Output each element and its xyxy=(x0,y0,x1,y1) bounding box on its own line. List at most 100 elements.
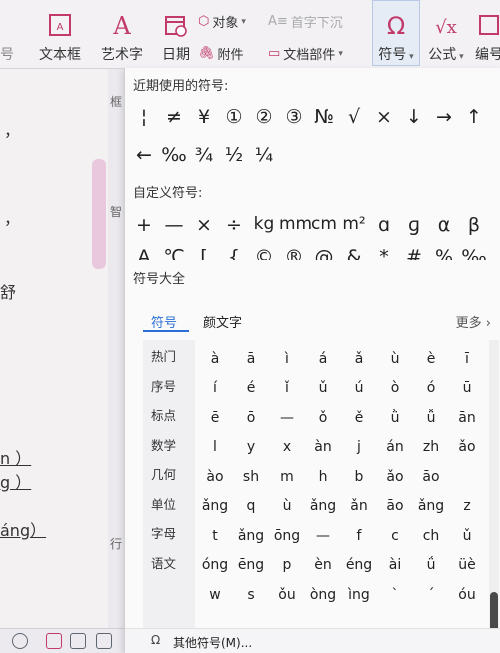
symbol-cell[interactable]: à xyxy=(197,351,233,367)
symbol-cell[interactable]: ǎng xyxy=(305,498,341,514)
symbol-cell[interactable]: @ xyxy=(309,246,339,260)
symbol-cell[interactable]: — xyxy=(159,214,189,236)
outline-view-icon[interactable] xyxy=(70,633,86,649)
symbol-cell[interactable]: b xyxy=(341,469,377,485)
symbol-cell[interactable]: ch xyxy=(413,528,449,544)
scrollbar-thumb[interactable] xyxy=(490,592,498,632)
symbol-cell[interactable]: j xyxy=(341,439,377,455)
object-button[interactable]: ⬡ 对象 ▾ xyxy=(198,12,246,31)
symbol-cell[interactable]: á xyxy=(305,351,341,367)
symbol-cell[interactable]: f xyxy=(341,528,377,544)
symbol-cell[interactable]: ǔ xyxy=(449,528,485,544)
symbol-cell[interactable]: ó xyxy=(413,380,449,396)
symbol-cell[interactable]: × xyxy=(369,106,399,128)
symbol-cell[interactable]: { xyxy=(219,246,249,260)
formula-button[interactable]: √x 公式 ▾ xyxy=(424,0,468,68)
symbol-cell[interactable]: ài xyxy=(377,557,413,573)
symbol-cell[interactable]: ǎ xyxy=(341,351,377,367)
symbol-cell[interactable]: ò xyxy=(377,380,413,396)
symbol-cell[interactable]: òng xyxy=(305,587,341,603)
symbol-cell[interactable]: A xyxy=(129,246,159,260)
symbol-cell[interactable]: m xyxy=(269,469,305,485)
symbol-cell[interactable]: ↑ xyxy=(459,106,489,128)
symbol-category-item[interactable]: 语文 xyxy=(151,553,176,572)
symbol-cell[interactable]: q xyxy=(233,498,269,514)
symbol-cell[interactable]: ② xyxy=(249,106,279,128)
symbol-cell[interactable]: ǐ xyxy=(269,380,305,396)
symbol-cell[interactable]: l xyxy=(197,439,233,455)
symbol-cell[interactable]: ¥ xyxy=(189,106,219,128)
symbol-cell[interactable]: üè xyxy=(449,557,485,573)
document-scroll-thumb[interactable] xyxy=(92,159,106,269)
symbol-cell[interactable]: án xyxy=(377,439,413,455)
symbol-cell[interactable]: óng xyxy=(197,557,233,573)
symbol-cell[interactable]: ìng xyxy=(341,587,377,603)
symbol-cell[interactable]: ì xyxy=(269,351,305,367)
symbol-cell[interactable]: í xyxy=(197,380,233,396)
symbol-cell[interactable]: x xyxy=(269,439,305,455)
symbol-cell[interactable]: kg xyxy=(249,214,279,236)
symbol-category-item[interactable]: 几何 xyxy=(151,464,176,483)
symbol-cell[interactable]: èn xyxy=(305,557,341,573)
symbol-grid-scrollbar[interactable] xyxy=(489,340,499,636)
symbol-cell[interactable]: — xyxy=(269,410,305,426)
symbol-cell[interactable]: → xyxy=(429,106,459,128)
symbol-cell[interactable]: ǎng xyxy=(413,498,449,514)
symbol-cell[interactable]: ī xyxy=(449,351,485,367)
symbol-cell[interactable]: & xyxy=(339,246,369,260)
symbol-cell[interactable]: ½ xyxy=(219,144,249,166)
symbol-cell[interactable]: # xyxy=(399,246,429,260)
symbol-cell[interactable]: ǎo xyxy=(377,469,413,485)
symbol-category-item[interactable]: 数学 xyxy=(151,435,176,454)
other-symbols-footer[interactable]: Ω 其他符号(M)... xyxy=(125,628,500,653)
symbol-cell[interactable]: ǔ xyxy=(305,380,341,396)
symbol-category-item[interactable]: 单位 xyxy=(151,494,176,513)
symbol-cell[interactable]: ú xyxy=(341,380,377,396)
book-view-icon[interactable] xyxy=(96,633,112,649)
symbol-cell[interactable]: ℃ xyxy=(159,246,189,260)
symbol-cell[interactable]: ǎng xyxy=(197,498,233,514)
symbol-cell[interactable]: ān xyxy=(449,410,485,426)
symbol-category-item[interactable]: 字母 xyxy=(151,523,176,542)
symbol-cell[interactable]: é xyxy=(233,380,269,396)
wordart-button[interactable]: A 艺术字 xyxy=(96,0,148,68)
symbol-cell[interactable]: ɡ xyxy=(399,214,429,236)
symbol-cell[interactable]: ‰ xyxy=(459,246,489,260)
symbol-cell[interactable]: ǚ xyxy=(413,410,449,426)
symbol-cell[interactable]: p xyxy=(269,557,305,573)
symbol-cell[interactable]: ào xyxy=(197,469,233,485)
symbol-cell[interactable]: ù xyxy=(269,498,305,514)
symbol-cell[interactable]: ¾ xyxy=(189,144,219,166)
symbol-cell[interactable]: m² xyxy=(339,214,369,236)
symbol-cell[interactable]: ǒu xyxy=(269,587,305,603)
tab-symbols[interactable]: 符号 xyxy=(151,312,177,331)
symbol-cell[interactable]: ¼ xyxy=(249,144,279,166)
symbol-cell[interactable]: © xyxy=(249,246,279,260)
symbol-cell[interactable]: āo xyxy=(413,469,449,485)
symbol-cell[interactable]: ō xyxy=(233,410,269,426)
symbol-cell[interactable]: ≠ xyxy=(159,106,189,128)
symbol-cell[interactable]: y xyxy=(233,439,269,455)
symbol-cell[interactable]: ÷ xyxy=(219,214,249,236)
doc-parts-button[interactable]: ▭ 文档部件 ▾ xyxy=(268,44,343,63)
textbox-button[interactable]: A 文本框 xyxy=(36,0,84,68)
symbol-category-item[interactable]: 热门 xyxy=(151,346,176,365)
symbol-cell[interactable]: + xyxy=(129,214,159,236)
symbol-cell[interactable]: mm xyxy=(279,214,312,236)
symbol-category-item[interactable]: 序号 xyxy=(151,376,176,395)
symbol-cell[interactable]: — xyxy=(305,528,341,544)
symbol-cell[interactable]: àn xyxy=(305,439,341,455)
symbol-cell[interactable]: ōng xyxy=(269,528,305,544)
eye-icon[interactable] xyxy=(12,633,28,649)
symbol-cell[interactable]: óu xyxy=(449,587,485,603)
symbol-cell[interactable]: ¦ xyxy=(129,106,159,128)
symbol-cell[interactable]: α xyxy=(429,214,459,236)
symbol-category-item[interactable]: 标点 xyxy=(151,405,176,424)
symbol-cell[interactable]: z xyxy=(449,498,485,514)
ribbon-partial-button[interactable]: 号 xyxy=(0,0,14,68)
symbol-cell[interactable]: h xyxy=(305,469,341,485)
symbol-cell[interactable]: ě xyxy=(341,410,377,426)
symbol-cell[interactable]: [ xyxy=(189,246,219,260)
symbol-button[interactable]: Ω 符号 ▾ xyxy=(372,0,420,68)
symbol-cell[interactable]: c xyxy=(377,528,413,544)
